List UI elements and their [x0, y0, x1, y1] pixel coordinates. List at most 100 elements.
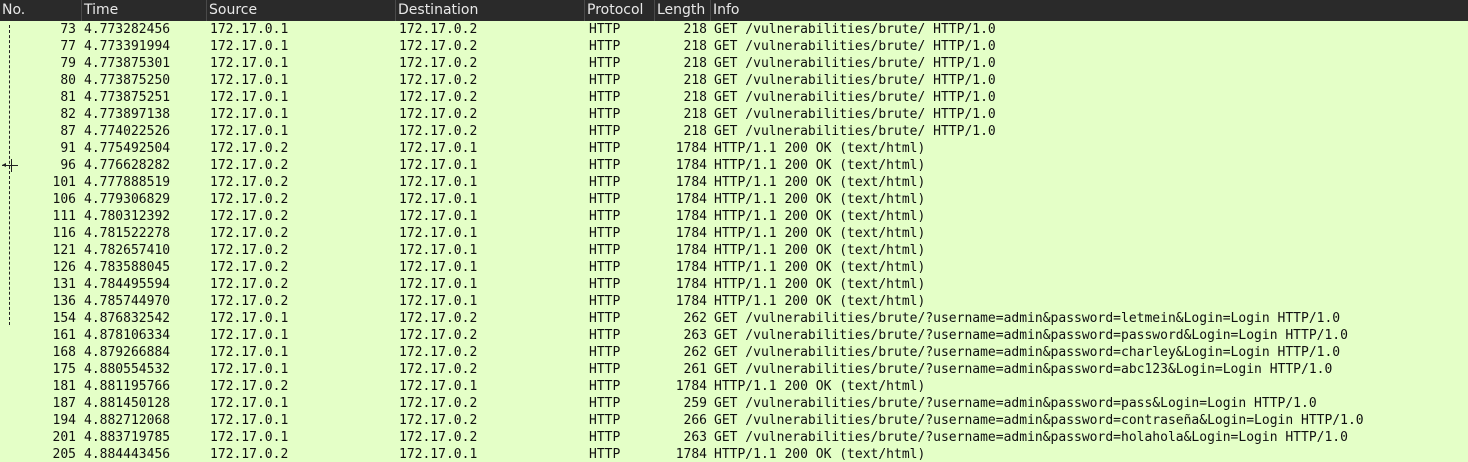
packet-source: 172.17.0.1 [210, 22, 289, 37]
packet-row[interactable]: 154 4.876832542 172.17.0.1 172.17.0.2 HTTP 26… [0, 310, 1468, 327]
packet-time: 4.773875251 [84, 90, 171, 105]
packet-destination: 172.17.0.2 [399, 362, 478, 377]
packet-info: GET /vulnerabilities/brute/?username=adm… [714, 311, 1341, 326]
packet-row[interactable]: 181 4.881195766 172.17.0.2 172.17.0.1 HTTP 17… [0, 378, 1468, 395]
packet-destination: 172.17.0.2 [399, 345, 478, 360]
packet-number: 136 [52, 294, 76, 309]
packet-row[interactable]: 136 4.785744970 172.17.0.2 172.17.0.1 HTTP 17… [0, 293, 1468, 310]
packet-protocol: HTTP [589, 243, 621, 258]
packet-info: GET /vulnerabilities/brute/ HTTP/1.0 [714, 22, 996, 37]
packet-destination: 172.17.0.1 [399, 226, 478, 241]
packet-info: GET /vulnerabilities/brute/?username=adm… [714, 345, 1341, 360]
packet-protocol: HTTP [589, 328, 621, 343]
packet-time: 4.773875250 [84, 73, 171, 88]
column-header-destination[interactable]: Destination [396, 0, 585, 21]
packet-length: 218 [683, 107, 707, 122]
packet-row[interactable]: 106 4.779306829 172.17.0.2 172.17.0.1 HTTP 17… [0, 191, 1468, 208]
packet-info: GET /vulnerabilities/brute/?username=adm… [714, 328, 1348, 343]
packet-number: 80 [60, 73, 76, 88]
packet-number: 81 [60, 90, 76, 105]
packet-time: 4.777888519 [84, 175, 171, 190]
packet-row[interactable]: 205 4.884443456 172.17.0.2 172.17.0.1 HTTP 17… [0, 446, 1468, 462]
packet-list-pane[interactable]: No. Time Source Destination Protocol Len… [0, 0, 1468, 462]
column-header-info[interactable]: Info [711, 0, 1468, 21]
packet-info: HTTP/1.1 200 OK (text/html) [714, 447, 926, 462]
packet-row[interactable]: 116 4.781522278 172.17.0.2 172.17.0.1 HTTP 17… [0, 225, 1468, 242]
packet-row[interactable]: 126 4.783588045 172.17.0.2 172.17.0.1 HTTP 17… [0, 259, 1468, 276]
packet-time: 4.780312392 [84, 209, 171, 224]
packet-row[interactable]: 82 4.773897138 172.17.0.1 172.17.0.2 HTTP 218… [0, 106, 1468, 123]
packet-source: 172.17.0.1 [210, 430, 289, 445]
packet-number: 154 [52, 311, 76, 326]
packet-row[interactable]: 111 4.780312392 172.17.0.2 172.17.0.1 HTTP 17… [0, 208, 1468, 225]
packet-protocol: HTTP [589, 413, 621, 428]
packet-row[interactable]: 73 4.773282456 172.17.0.1 172.17.0.2 HTTP 218… [0, 21, 1468, 38]
packet-row[interactable]: 161 4.878106334 172.17.0.1 172.17.0.2 HTTP 26… [0, 327, 1468, 344]
packet-destination: 172.17.0.1 [399, 158, 478, 173]
packet-protocol: HTTP [589, 73, 621, 88]
packet-row[interactable]: 201 4.883719785 172.17.0.1 172.17.0.2 HTTP 26… [0, 429, 1468, 446]
packet-protocol: HTTP [589, 379, 621, 394]
packet-time: 4.881195766 [84, 379, 171, 394]
column-header-source[interactable]: Source [207, 0, 396, 21]
packet-info: GET /vulnerabilities/brute/ HTTP/1.0 [714, 73, 996, 88]
packet-length: 1784 [675, 192, 707, 207]
packet-number: 87 [60, 124, 76, 139]
packet-source: 172.17.0.2 [210, 294, 289, 309]
packet-source: 172.17.0.2 [210, 158, 289, 173]
packet-row[interactable]: 175 4.880554532 172.17.0.1 172.17.0.2 HTTP 26… [0, 361, 1468, 378]
packet-row[interactable]: 187 4.881450128 172.17.0.1 172.17.0.2 HTTP 25… [0, 395, 1468, 412]
packet-row[interactable]: 131 4.784495594 172.17.0.2 172.17.0.1 HTTP 17… [0, 276, 1468, 293]
packet-protocol: HTTP [589, 158, 621, 173]
packet-destination: 172.17.0.1 [399, 192, 478, 207]
packet-source: 172.17.0.1 [210, 107, 289, 122]
packet-destination: 172.17.0.2 [399, 430, 478, 445]
packet-length: 262 [683, 345, 707, 360]
packet-destination: 172.17.0.2 [399, 328, 478, 343]
packet-source: 172.17.0.1 [210, 124, 289, 139]
packet-row[interactable]: 121 4.782657410 172.17.0.2 172.17.0.1 HTTP 17… [0, 242, 1468, 259]
packet-row[interactable]: 91 4.775492504 172.17.0.2 172.17.0.1 HTTP 178… [0, 140, 1468, 157]
packet-time: 4.775492504 [84, 141, 171, 156]
column-header-no[interactable]: No. [0, 0, 82, 21]
packet-row[interactable]: 81 4.773875251 172.17.0.1 172.17.0.2 HTTP 218… [0, 89, 1468, 106]
packet-source: 172.17.0.1 [210, 413, 289, 428]
column-header-protocol[interactable]: Protocol [585, 0, 655, 21]
packet-source: 172.17.0.2 [210, 243, 289, 258]
packet-info: GET /vulnerabilities/brute/ HTTP/1.0 [714, 90, 996, 105]
packet-number: 131 [52, 277, 76, 292]
packet-time: 4.880554532 [84, 362, 171, 377]
packet-info: HTTP/1.1 200 OK (text/html) [714, 209, 926, 224]
packet-length: 1784 [675, 243, 707, 258]
packet-time: 4.779306829 [84, 192, 171, 207]
packet-length: 218 [683, 90, 707, 105]
packet-number: 161 [52, 328, 76, 343]
column-header-time[interactable]: Time [82, 0, 207, 21]
packet-protocol: HTTP [589, 22, 621, 37]
packet-info: GET /vulnerabilities/brute/?username=adm… [714, 430, 1348, 445]
packet-row[interactable]: 168 4.879266884 172.17.0.1 172.17.0.2 HTTP 26… [0, 344, 1468, 361]
packet-destination: 172.17.0.2 [399, 73, 478, 88]
packet-row[interactable]: 77 4.773391994 172.17.0.1 172.17.0.2 HTTP 218… [0, 38, 1468, 55]
packet-number: 111 [52, 209, 76, 224]
packet-protocol: HTTP [589, 124, 621, 139]
packet-destination: 172.17.0.2 [399, 413, 478, 428]
packet-source: 172.17.0.1 [210, 328, 289, 343]
packet-time: 4.783588045 [84, 260, 171, 275]
column-header-length[interactable]: Length [655, 0, 711, 21]
packet-row[interactable]: 101 4.777888519 172.17.0.2 172.17.0.1 HTTP 17… [0, 174, 1468, 191]
packet-info: HTTP/1.1 200 OK (text/html) [714, 141, 926, 156]
packet-destination: 172.17.0.1 [399, 277, 478, 292]
packet-protocol: HTTP [589, 311, 621, 326]
packet-info: HTTP/1.1 200 OK (text/html) [714, 277, 926, 292]
packet-row[interactable]: 194 4.882712068 172.17.0.1 172.17.0.2 HTTP 26… [0, 412, 1468, 429]
packet-row[interactable]: 79 4.773875301 172.17.0.1 172.17.0.2 HTTP 218… [0, 55, 1468, 72]
packet-info: HTTP/1.1 200 OK (text/html) [714, 294, 926, 309]
packet-row[interactable]: 87 4.774022526 172.17.0.1 172.17.0.2 HTTP 218… [0, 123, 1468, 140]
packet-length: 1784 [675, 209, 707, 224]
packet-destination: 172.17.0.1 [399, 175, 478, 190]
packet-row[interactable]: 96 4.776628282 172.17.0.2 172.17.0.1 HTTP 178… [0, 157, 1468, 174]
packet-protocol: HTTP [589, 294, 621, 309]
packet-info: HTTP/1.1 200 OK (text/html) [714, 243, 926, 258]
packet-row[interactable]: 80 4.773875250 172.17.0.1 172.17.0.2 HTTP 218… [0, 72, 1468, 89]
